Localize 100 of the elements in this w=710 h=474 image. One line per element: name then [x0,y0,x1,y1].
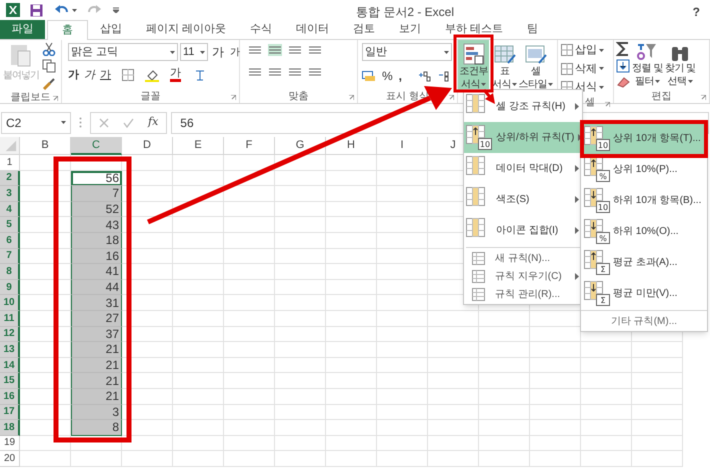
table-cell[interactable] [326,170,377,186]
menu-item[interactable]: 셀 강조 규칙(H) [464,91,582,122]
row-header[interactable]: 10 [0,295,20,311]
table-cell[interactable] [275,248,326,264]
table-cell[interactable] [326,388,377,404]
shrink-font-button[interactable]: 가 [228,44,242,60]
table-cell[interactable] [632,342,683,358]
table-cell[interactable] [122,326,173,342]
column-header[interactable]: H [326,137,377,155]
table-cell[interactable] [122,295,173,311]
undo-icon[interactable] [55,4,69,16]
table-cell[interactable] [632,436,683,452]
table-cell[interactable] [377,388,428,404]
row-header[interactable]: 15 [0,373,20,389]
table-cell[interactable] [326,217,377,233]
row-header[interactable]: 1 [0,155,20,171]
table-cell[interactable] [173,310,224,327]
table-cell[interactable] [275,186,326,202]
table-cell[interactable] [530,451,581,467]
table-cell[interactable] [326,155,377,171]
menu-item[interactable]: 10 하위 10개 항목(B)... [581,185,707,216]
format-painter-icon[interactable] [42,76,56,90]
table-cell[interactable] [326,232,377,249]
table-cell[interactable]: 31 [71,295,122,311]
table-cell[interactable] [581,342,632,358]
table-cell[interactable] [581,388,632,404]
ribbon-tab[interactable]: 삽입 [88,20,134,39]
table-cell[interactable] [224,436,275,452]
table-cell[interactable] [428,310,479,327]
table-cell[interactable] [173,295,224,311]
table-cell[interactable] [275,388,326,404]
ribbon-tab[interactable]: 파일 [0,20,45,39]
menu-item[interactable]: 색조(S) [464,184,582,215]
table-cell[interactable] [479,404,530,420]
table-cell[interactable] [173,404,224,420]
table-cell[interactable] [122,451,173,467]
row-header[interactable]: 18 [0,420,20,436]
table-cell[interactable] [377,404,428,420]
table-cell[interactable] [275,232,326,249]
row-header[interactable]: 6 [0,232,20,249]
table-cell[interactable]: 3 [71,404,122,420]
row-header[interactable]: 14 [0,358,20,374]
table-cell[interactable] [122,248,173,264]
table-cell[interactable] [224,280,275,296]
table-cell[interactable]: 8 [71,420,122,436]
menu-item[interactable]: % 하위 10%(O)... [581,216,707,247]
font-style-button[interactable]: 가 [68,67,79,84]
table-cell[interactable] [275,310,326,327]
table-cell[interactable] [275,170,326,186]
table-cell[interactable] [326,280,377,296]
ribbon-tab[interactable]: 보기 [387,20,434,39]
menu-item[interactable]: 규칙 지우기(C) [464,267,582,285]
row-header[interactable]: 12 [0,326,20,342]
table-cell[interactable] [275,264,326,280]
table-cell[interactable] [122,280,173,296]
align-icon[interactable] [268,44,282,56]
table-cell[interactable] [326,451,377,467]
select-all-icon[interactable] [0,137,20,155]
table-cell[interactable] [632,451,683,467]
table-cell[interactable] [428,358,479,374]
table-cell[interactable] [122,186,173,202]
table-cell[interactable] [275,295,326,311]
table-cell[interactable] [275,155,326,171]
grow-font-button[interactable]: 가 [210,43,226,61]
table-cell[interactable] [479,451,530,467]
font-name-field[interactable]: 맑은 고딕 [68,43,178,61]
table-cell[interactable] [581,436,632,452]
table-cell[interactable] [173,202,224,218]
table-cell[interactable] [428,420,479,436]
table-cell[interactable] [326,436,377,452]
cancel-icon[interactable] [99,118,109,128]
row-header[interactable]: 2 [0,170,20,186]
table-cell[interactable] [173,342,224,358]
table-cell[interactable] [275,342,326,358]
comma-button[interactable]: , [398,67,402,85]
table-cell[interactable] [71,451,122,467]
table-cell[interactable] [275,373,326,389]
table-cell[interactable] [122,264,173,280]
table-cell[interactable] [479,342,530,358]
eraser-icon[interactable] [616,76,630,88]
dialog-launcher-icon[interactable] [701,95,706,100]
menu-item[interactable]: Σ 평균 미만(V)... [581,278,707,309]
table-cell[interactable] [275,358,326,374]
table-cell[interactable] [173,420,224,436]
table-cell[interactable] [122,420,173,436]
table-cell[interactable] [326,326,377,342]
align-icon[interactable] [268,66,282,78]
align-icon[interactable] [308,66,322,78]
table-cell[interactable] [479,326,530,342]
table-cell[interactable] [326,248,377,264]
redo-icon[interactable] [87,4,101,16]
table-cell[interactable] [377,248,428,264]
table-cell[interactable] [377,186,428,202]
table-cell[interactable] [428,326,479,342]
table-cell[interactable] [479,420,530,436]
table-cell[interactable] [428,342,479,358]
table-cell[interactable] [275,202,326,218]
table-cell[interactable] [326,420,377,436]
ribbon-tab[interactable]: 홈 [47,20,88,40]
insert-function-button[interactable]: fx [148,114,158,131]
